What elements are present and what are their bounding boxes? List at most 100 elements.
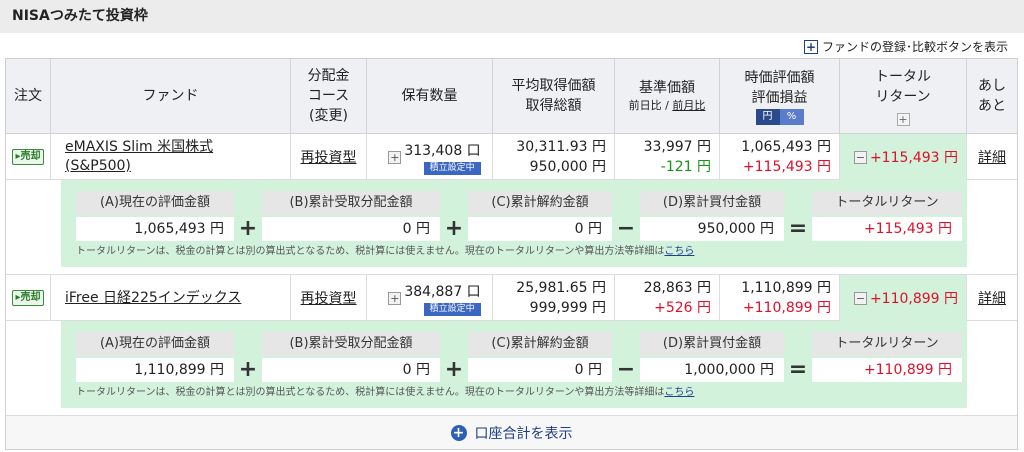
- toggle-percent[interactable]: %: [779, 108, 804, 125]
- order-cell: ▸売却: [6, 134, 51, 180]
- base-price-value: 28,863 円: [643, 280, 711, 296]
- breakdown-a-label: (A)現在の評価金額: [76, 332, 234, 356]
- col-order-label: 注文: [14, 88, 42, 104]
- minus-operator: −: [616, 357, 636, 382]
- plus-icon: +: [803, 40, 818, 54]
- section-title: NISAつみたて投資枠: [0, 0, 1024, 33]
- col-tr-label-2: リターン: [875, 88, 931, 105]
- equals-operator: =: [788, 216, 808, 241]
- quantity-cell: + 313,408 口 積立設定中: [367, 134, 493, 180]
- breakdown-c-label: (C)累計解約金額: [468, 332, 612, 356]
- fund-cell: iFree 日経225インデックス: [51, 275, 291, 321]
- fund-cell: eMAXIS Slim 米国株式 (S&P500): [51, 134, 291, 180]
- col-avg-label-2: 取得総額: [525, 98, 582, 114]
- base-price-cell: 28,863 円 +526 円: [615, 275, 720, 321]
- market-value: 1,110,899 円: [741, 280, 831, 296]
- expand-icon[interactable]: +: [388, 291, 402, 305]
- breakdown-b-label: (B)累計受取分配金額: [262, 191, 440, 215]
- breakdown-a-value: 1,110,899 円: [76, 358, 234, 382]
- collapse-icon[interactable]: −: [853, 291, 867, 305]
- collapse-icon[interactable]: −: [853, 150, 867, 164]
- breakdown-note: トータルリターンは、税金の計算とは別の算出式となるため、税計算には使えません。現…: [76, 245, 956, 259]
- col-mv-label-1: 時価評価額: [744, 69, 815, 86]
- market-value-cell: 1,110,899 円 +110,899 円: [720, 275, 840, 321]
- tsumitate-badge[interactable]: 積立設定中: [423, 161, 481, 175]
- gain-value: +110,899 円: [742, 300, 831, 316]
- fund-name-line-1: eMAXIS Slim 米国株式: [65, 139, 214, 155]
- sell-button[interactable]: ▸売却: [12, 290, 44, 306]
- detail-cell: 詳細: [967, 275, 1017, 321]
- detail-cell: 詳細: [967, 134, 1017, 180]
- sell-button[interactable]: ▸売却: [12, 149, 44, 165]
- breakdown-a-value: 1,065,493 円: [76, 217, 234, 241]
- breakdown-c-value: 0 円: [468, 217, 612, 241]
- total-cost-value: 999,999 円: [529, 300, 606, 316]
- avg-price-cell: 25,981.65 円 999,999 円: [493, 275, 615, 321]
- base-sub-monthly-link[interactable]: 前月比: [672, 99, 705, 112]
- col-avg-label-1: 平均取得価額: [511, 78, 596, 94]
- col-mv-label-2: 評価損益: [751, 89, 808, 106]
- breakdown-c-value: 0 円: [468, 358, 612, 382]
- detail-link[interactable]: 詳細: [978, 288, 1006, 308]
- col-ash-label-2: あと: [978, 98, 1006, 114]
- col-header-quantity: 保有数量: [367, 59, 493, 134]
- total-cost-value: 950,000 円: [529, 159, 606, 175]
- col-base-label: 基準価額: [639, 80, 695, 96]
- avg-price-cell: 30,311.93 円 950,000 円: [493, 134, 615, 180]
- expand-all-icon[interactable]: +: [896, 112, 910, 126]
- detail-link[interactable]: 詳細: [978, 147, 1006, 167]
- course-cell: 再投資型: [291, 134, 367, 180]
- fund-name-link[interactable]: iFree 日経225インデックス: [65, 289, 290, 308]
- col-header-distribution: 分配金 コース (変更): [291, 59, 367, 134]
- col-header-history: あし あと: [967, 59, 1017, 134]
- breakdown-d-value: 950,000 円: [640, 217, 784, 241]
- total-return-value: +115,493 円: [869, 150, 959, 166]
- minus-operator: −: [616, 216, 636, 241]
- fund-name-line-1: iFree 日経225インデックス: [65, 289, 242, 306]
- note-link[interactable]: こちら: [664, 246, 694, 257]
- course-link[interactable]: 再投資型: [301, 288, 357, 308]
- register-compare-toggle[interactable]: + ファンドの登録･比較ボタンを表示: [803, 38, 1008, 56]
- row-spacer: [6, 267, 1017, 275]
- breakdown-d-label: (D)累計買付金額: [640, 332, 784, 356]
- breakdown-b-value: 0 円: [262, 217, 440, 241]
- register-compare-label: ファンドの登録･比較ボタンを表示: [821, 40, 1008, 54]
- yen-percent-toggle[interactable]: 円%: [755, 108, 804, 125]
- equals-operator: =: [788, 357, 808, 382]
- breakdown-c-label: (C)累計解約金額: [468, 191, 612, 215]
- row-spacer: [6, 408, 1017, 416]
- col-qty-label: 保有数量: [401, 88, 458, 104]
- toggle-yen[interactable]: 円: [755, 108, 780, 125]
- base-price-cell: 33,997 円 -121 円: [615, 134, 720, 180]
- tsumitate-badge[interactable]: 積立設定中: [423, 302, 481, 316]
- change-value: -121 円: [660, 159, 711, 175]
- quantity-value: 384,887 口: [404, 283, 481, 300]
- col-ash-label-1: あし: [978, 78, 1006, 94]
- course-link[interactable]: 再投資型: [301, 147, 357, 167]
- quantity-cell: + 384,887 口 積立設定中: [367, 275, 493, 321]
- note-link[interactable]: こちら: [664, 387, 694, 398]
- col-dist-label-3: (変更): [309, 108, 348, 124]
- fund-name-link[interactable]: eMAXIS Slim 米国株式 (S&P500): [65, 138, 290, 176]
- plus-operator: +: [444, 357, 464, 382]
- total-return-cell: − +110,899 円: [840, 275, 967, 321]
- breakdown-a-label: (A)現在の評価金額: [76, 191, 234, 215]
- col-header-fund: ファンド: [51, 59, 291, 134]
- col-header-market-value: 時価評価額 評価損益 円%: [720, 59, 840, 134]
- breakdown-d-value: 1,000,000 円: [640, 358, 784, 382]
- order-cell: ▸売却: [6, 275, 51, 321]
- plus-operator: +: [238, 216, 258, 241]
- plus-operator: +: [238, 357, 258, 382]
- breakdown-b-value: 0 円: [262, 358, 440, 382]
- show-account-total-button[interactable]: + 口座合計を表示: [6, 416, 1017, 449]
- col-header-total-return: トータル リターン +: [840, 59, 967, 134]
- base-sub-sep: /: [661, 99, 673, 112]
- market-value-cell: 1,065,493 円 +115,493 円: [720, 134, 840, 180]
- col-base-sub: 前日比 / 前月比: [629, 98, 706, 114]
- expand-icon[interactable]: +: [388, 150, 402, 164]
- total-return-value: +110,899 円: [869, 291, 959, 307]
- breakdown-tr-label: トータルリターン: [812, 191, 962, 215]
- breakdown-note: トータルリターンは、税金の計算とは別の算出式となるため、税計算には使えません。現…: [76, 386, 956, 400]
- base-price-value: 33,997 円: [643, 139, 711, 155]
- plus-circle-icon: +: [450, 424, 467, 441]
